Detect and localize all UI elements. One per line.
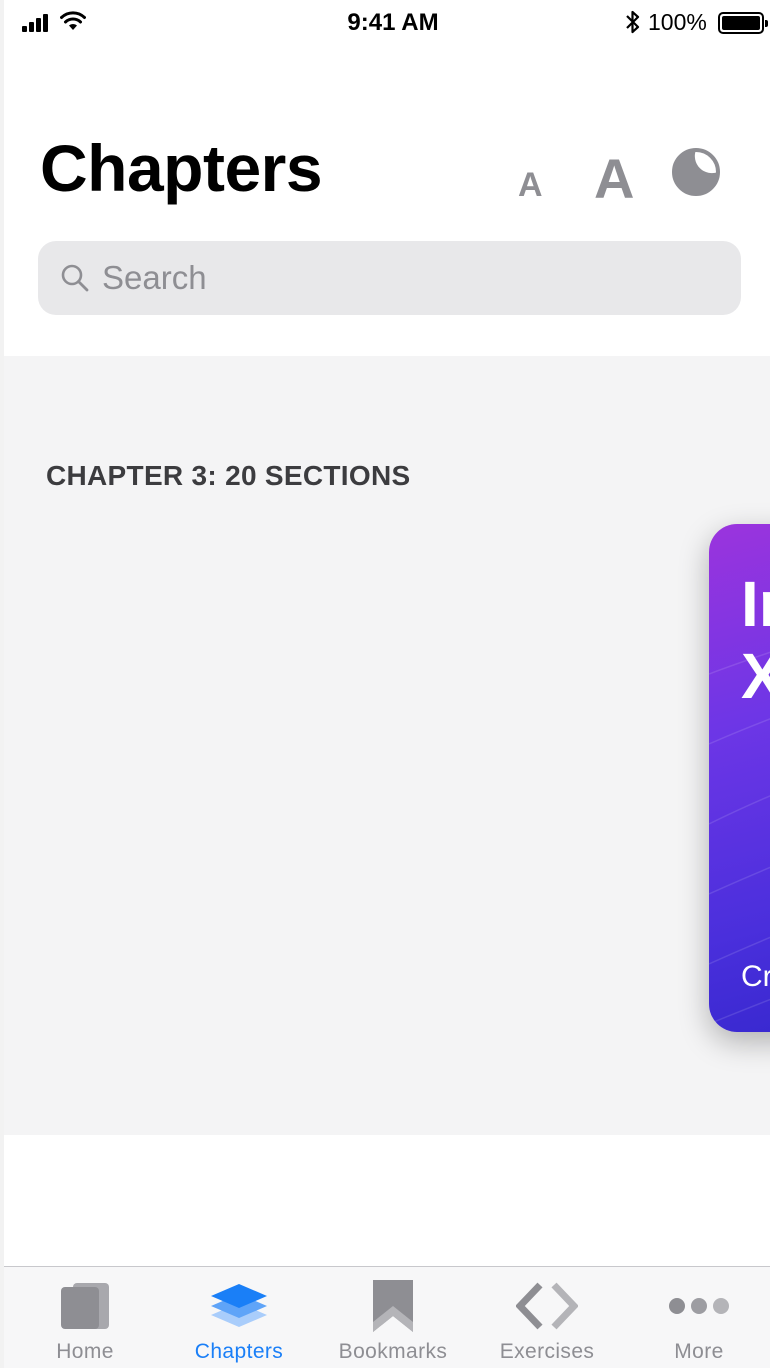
card-title: In X <box>741 568 770 712</box>
tab-bookmarks[interactable]: Bookmarks <box>318 1267 468 1368</box>
tab-home[interactable]: Home <box>10 1267 160 1368</box>
card-title-line-2: X <box>741 640 770 712</box>
card-subtitle: Cr <box>741 960 770 993</box>
increase-font-size-button[interactable]: A <box>594 146 634 211</box>
app-screen: 9:41 AM 100% Chapters A A CHAPTER 3: 20 … <box>0 0 770 1368</box>
tab-label: Bookmarks <box>338 1340 448 1363</box>
card-title-line-1: In <box>741 568 770 640</box>
chapter-section-count: CHAPTER 3: 20 SECTIONS <box>46 460 411 491</box>
chapter-content: CHAPTER 3: 20 SECTIONS In X Cr <box>4 356 770 1135</box>
code-brackets-icon <box>516 1282 578 1330</box>
tab-label: Chapters <box>194 1340 284 1363</box>
search-icon <box>61 264 89 292</box>
bookmark-icon <box>373 1280 413 1332</box>
bluetooth-icon <box>626 10 640 34</box>
tab-label: More <box>674 1340 724 1363</box>
home-icon <box>61 1283 109 1329</box>
decrease-font-size-button[interactable]: A <box>518 166 543 205</box>
search-bar[interactable] <box>38 241 741 315</box>
search-input[interactable] <box>102 255 702 301</box>
tab-chapters[interactable]: Chapters <box>164 1267 314 1368</box>
chapters-layers-icon <box>211 1284 267 1327</box>
status-bar: 9:41 AM 100% <box>4 0 770 44</box>
section-card[interactable]: In X Cr <box>709 524 770 1032</box>
battery-icon <box>718 12 768 34</box>
battery-percent: 100% <box>648 9 707 35</box>
tab-label: Home <box>56 1340 114 1363</box>
tab-bar: Home Chapters Bookmarks Exercises More <box>4 1266 770 1368</box>
tab-label: Exercises <box>499 1340 595 1363</box>
moon-icon[interactable] <box>670 146 722 198</box>
tab-more[interactable]: More <box>624 1267 770 1368</box>
more-dots-icon <box>669 1298 729 1314</box>
tab-exercises[interactable]: Exercises <box>472 1267 622 1368</box>
page-title: Chapters <box>40 131 323 205</box>
